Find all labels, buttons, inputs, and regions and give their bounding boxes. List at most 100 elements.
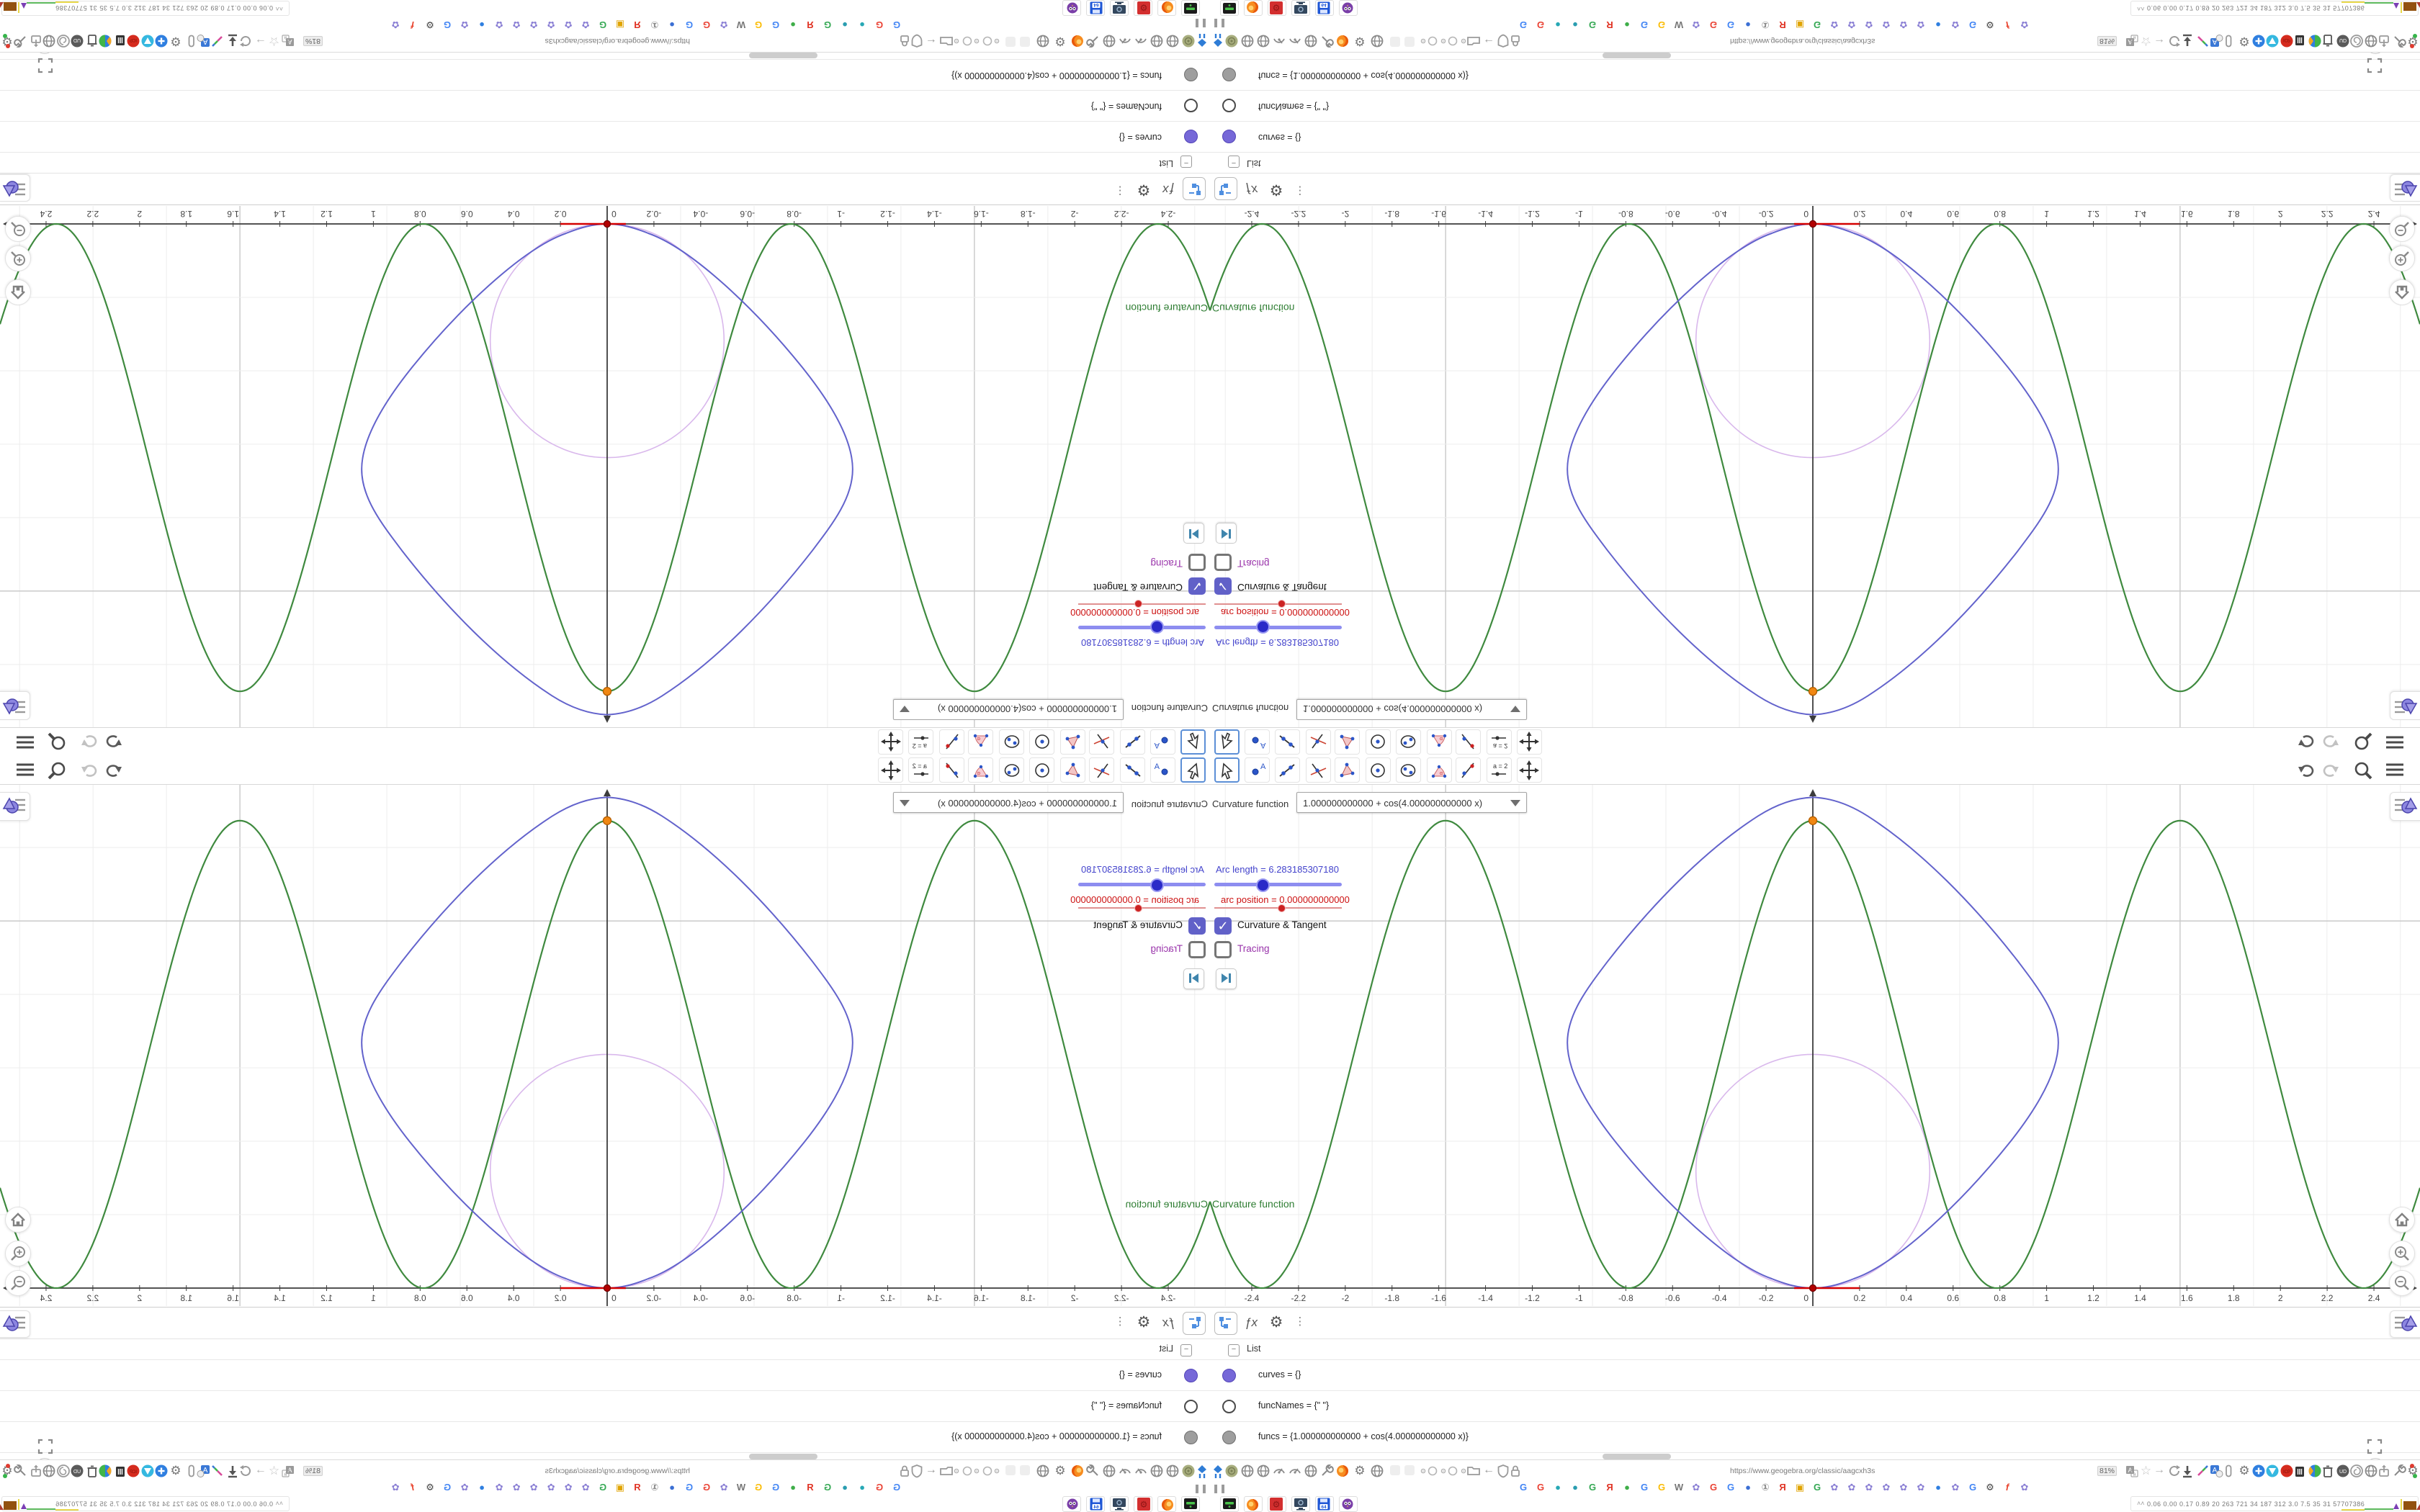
- globe-icon[interactable]: [2364, 1464, 2378, 1478]
- algebra-row[interactable]: funcNames = {" "}: [1210, 1391, 2420, 1422]
- refresh-icon[interactable]: [239, 34, 254, 48]
- globe-icon[interactable]: [1036, 1464, 1050, 1478]
- fx-icon[interactable]: ƒx: [1158, 1312, 1180, 1333]
- dot-big-icon[interactable]: [1447, 1464, 1458, 1477]
- bookmark-favicon[interactable]: ✿: [718, 19, 730, 30]
- visibility-marble[interactable]: [1222, 99, 1236, 112]
- gear-icon[interactable]: ⚙: [169, 1464, 183, 1478]
- bookmark-favicon[interactable]: Я: [805, 19, 816, 30]
- bookmark-favicon[interactable]: f: [2002, 1482, 2013, 1493]
- bookmark-favicon[interactable]: ✿: [545, 1482, 557, 1493]
- arrow-right-icon[interactable]: →: [2153, 1464, 2166, 1477]
- sort-tree-icon[interactable]: [1183, 177, 1206, 200]
- search-icon[interactable]: [46, 732, 68, 752]
- taskbar-red-gear-icon[interactable]: ⚙: [1134, 1496, 1152, 1512]
- bookmark-favicon[interactable]: ▣: [1794, 1482, 1806, 1493]
- undo-icon[interactable]: [2296, 760, 2318, 779]
- ghost-icon[interactable]: [1389, 35, 1402, 48]
- fullscreen-icon[interactable]: [2365, 53, 2384, 75]
- fontsize-icon[interactable]: Aa: [281, 34, 295, 48]
- ghost-icon[interactable]: [1004, 35, 1017, 48]
- graphics-stylebar-toggle[interactable]: [2390, 792, 2420, 821]
- arc-position-slider-handle[interactable]: [1134, 600, 1142, 608]
- globe-icon[interactable]: [42, 1464, 57, 1478]
- arc-length-slider[interactable]: [1214, 878, 1342, 892]
- bookmark-favicon[interactable]: G: [1518, 19, 1529, 30]
- tool-move[interactable]: [1214, 757, 1240, 783]
- bookmark-favicon[interactable]: G: [770, 1482, 781, 1493]
- plus-circle-icon[interactable]: [155, 34, 169, 48]
- ud-circle-icon[interactable]: UD: [2336, 1464, 2350, 1478]
- address-url[interactable]: https://www.geogebra.org/classic/aagcxh3…: [532, 37, 690, 45]
- bookmark-favicon[interactable]: ●: [1742, 19, 1754, 30]
- sort-tree-icon[interactable]: [1214, 1312, 1237, 1335]
- curvature-function-input[interactable]: 1.000000000000 + cos(4.000000000000 x): [1296, 699, 1527, 720]
- bookmark-favicon[interactable]: ●: [1569, 19, 1581, 30]
- gear-icon[interactable]: ⚙: [169, 34, 183, 48]
- taskbar-red-gear-icon[interactable]: ⚙: [1268, 0, 1286, 16]
- taskbar-floppy64-icon[interactable]: 64: [1315, 0, 1334, 16]
- dot-big-icon[interactable]: [1427, 35, 1438, 48]
- undo-icon[interactable]: [102, 733, 124, 752]
- dot-small-icon[interactable]: [1420, 1464, 1427, 1477]
- play-button[interactable]: [1183, 523, 1204, 544]
- algebra-row[interactable]: funcNames = {" "}: [0, 1391, 1210, 1422]
- algebra-row[interactable]: funcNames = {" "}: [1210, 90, 2420, 121]
- bookmark-favicon[interactable]: G: [874, 19, 885, 30]
- play-button[interactable]: [1183, 968, 1204, 989]
- bookmark-favicon[interactable]: ▣: [1794, 19, 1806, 30]
- ud-circle-icon[interactable]: UD: [71, 34, 85, 48]
- arc-length-slider[interactable]: [1078, 620, 1206, 634]
- dot-big-icon[interactable]: [982, 35, 993, 48]
- bookmark-favicon[interactable]: ✿: [580, 1482, 591, 1493]
- fullscreen-icon[interactable]: [2365, 1437, 2384, 1459]
- tool-conic[interactable]: [999, 757, 1024, 783]
- chevron-down-icon[interactable]: [900, 706, 910, 712]
- bookmark-favicon[interactable]: G: [753, 1482, 764, 1493]
- bookmark-favicon[interactable]: ✿: [493, 1482, 505, 1493]
- lock-icon[interactable]: [1510, 1464, 1521, 1478]
- algebra-row[interactable]: curves = {}: [1210, 1360, 2420, 1391]
- bookmark-favicon[interactable]: ①: [1760, 19, 1771, 30]
- algebra-row[interactable]: funcs = {1.000000000000 + cos(4.00000000…: [0, 59, 1210, 90]
- menu-icon[interactable]: [14, 760, 36, 779]
- ud-circle-icon[interactable]: UD: [2336, 34, 2350, 48]
- bookmark-favicon[interactable]: ①: [1760, 1482, 1771, 1493]
- bookmark-favicon[interactable]: G: [874, 1482, 885, 1493]
- bookmark-favicon[interactable]: ✿: [545, 19, 557, 30]
- globe-color-icon[interactable]: [2308, 34, 2322, 48]
- ghost-icon[interactable]: [1389, 1464, 1402, 1477]
- bookmark-favicon[interactable]: ✿: [563, 1482, 574, 1493]
- graphics-stylebar-toggle[interactable]: [0, 691, 30, 720]
- globe-icon[interactable]: [1304, 34, 1318, 48]
- bookmark-favicon[interactable]: ⚙: [1984, 1482, 1996, 1493]
- bookmark-favicon[interactable]: G: [1587, 1482, 1598, 1493]
- tool-line[interactable]: [1275, 757, 1300, 783]
- sort-tree-icon[interactable]: [1183, 1312, 1206, 1335]
- taskbar-console-icon[interactable]: [1181, 0, 1200, 16]
- taskbar-mascot-icon[interactable]: [1062, 1496, 1081, 1512]
- tool-point[interactable]: A: [1245, 729, 1270, 755]
- red-circle-icon[interactable]: ICP: [127, 34, 141, 48]
- trash-icon[interactable]: [86, 1464, 99, 1478]
- menu-icon[interactable]: [14, 733, 36, 752]
- star-icon[interactable]: ☆: [2139, 34, 2154, 48]
- tool-circle[interactable]: [1366, 729, 1391, 755]
- zoom-out-icon[interactable]: [5, 216, 31, 242]
- refresh-icon[interactable]: [2167, 1464, 2182, 1478]
- undo-icon[interactable]: [102, 760, 124, 779]
- taskbar-mascot-icon[interactable]: [1339, 0, 1358, 16]
- bookmark-favicon[interactable]: ✿: [1863, 19, 1875, 30]
- tool-line[interactable]: [1120, 729, 1145, 755]
- bookmark-favicon[interactable]: ●: [839, 19, 851, 30]
- fullscreen-icon[interactable]: [36, 1437, 55, 1459]
- avatar-olive-icon[interactable]: [1224, 34, 1239, 48]
- algebra-group-header[interactable]: − List: [0, 1339, 1210, 1360]
- bookmark-favicon[interactable]: ●: [1552, 19, 1564, 30]
- visibility-marble[interactable]: [1222, 1400, 1236, 1413]
- tool-point[interactable]: A: [1245, 757, 1270, 783]
- globe-icon[interactable]: [1304, 1464, 1318, 1478]
- bookmark-favicon[interactable]: ●: [1621, 1482, 1633, 1493]
- search-icon[interactable]: [46, 760, 68, 780]
- visibility-marble[interactable]: [1222, 1369, 1236, 1382]
